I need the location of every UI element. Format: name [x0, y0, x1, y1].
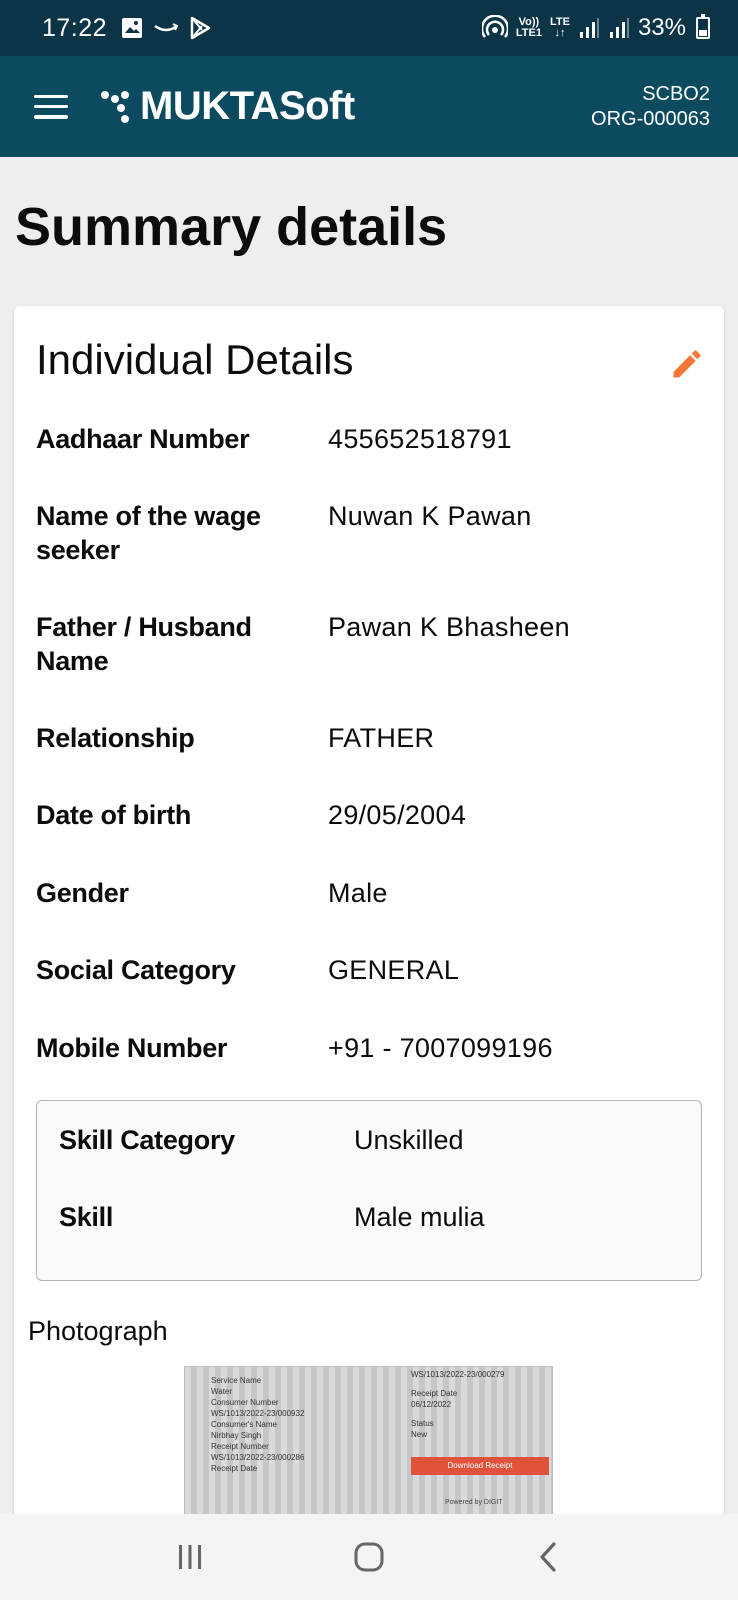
skill-row-skill: Skill Male mulia [59, 1200, 485, 1234]
detail-row-father-husband: Father / Husband Name Pawan K Bhasheen [36, 610, 696, 678]
signal-icon [609, 18, 629, 38]
photo-left-text: Service Name Water Consumer Number WS/10… [211, 1376, 305, 1473]
row-label: Name of the wage seeker [36, 501, 261, 565]
app-header: MUKTASoft SCBO2 ORG-000063 [0, 56, 738, 157]
individual-details-card: Individual Details Aadhaar Number 455652… [14, 306, 724, 1516]
system-nav-bar [0, 1514, 738, 1600]
row-value: Unskilled [354, 1125, 464, 1155]
lte1-label: LTE1 [515, 27, 542, 39]
row-value: 455652518791 [328, 424, 512, 454]
brand: MUKTASoft [100, 84, 355, 129]
row-label: Father / Husband Name [36, 612, 252, 676]
menu-icon[interactable] [34, 94, 68, 119]
row-label: Skill [59, 1202, 114, 1232]
row-label: Relationship [36, 723, 195, 753]
detail-row-mobile: Mobile Number +91 - 7007099196 [36, 1031, 696, 1065]
row-label: Social Category [36, 955, 236, 985]
brand-name: MUKTASoft [140, 84, 355, 128]
row-label: Aadhaar Number [36, 424, 250, 454]
row-label: Skill Category [59, 1125, 235, 1155]
skill-box: Skill Category Unskilled Skill Male muli… [36, 1100, 702, 1281]
detail-row-name: Name of the wage seeker Nuwan K Pawan [36, 499, 696, 567]
logo-icon [101, 90, 129, 123]
home-icon[interactable] [339, 1527, 399, 1587]
row-value: GENERAL [328, 955, 460, 985]
row-value: Male [328, 878, 388, 908]
photo-powered-by: Powered by DIGIT [445, 1499, 503, 1506]
battery-percent: 33% [637, 14, 686, 41]
card-title: Individual Details [36, 336, 354, 383]
row-label: Date of birth [36, 800, 192, 830]
detail-row-social-category: Social Category GENERAL [36, 953, 696, 987]
hotspot-icon [481, 15, 508, 38]
photograph-label: Photograph [28, 1316, 168, 1346]
play-store-icon [190, 16, 211, 40]
detail-row-aadhaar: Aadhaar Number 455652518791 [36, 422, 696, 456]
edit-icon[interactable] [669, 346, 705, 382]
amazon-icon [154, 23, 179, 32]
detail-row-relationship: Relationship FATHER [36, 721, 696, 755]
photograph[interactable]: Service Name Water Consumer Number WS/10… [184, 1366, 553, 1516]
row-label: Mobile Number [36, 1033, 228, 1063]
gallery-icon [122, 18, 143, 38]
photo-download-receipt: Download Receipt [411, 1457, 549, 1475]
row-value: +91 - 7007099196 [328, 1033, 553, 1063]
org-id: ORG-000063 [591, 107, 710, 130]
skill-row-category: Skill Category Unskilled [59, 1123, 464, 1157]
row-value: 29/05/2004 [328, 800, 467, 830]
detail-row-dob: Date of birth 29/05/2004 [36, 798, 696, 832]
status-time: 17:22 [42, 13, 108, 42]
row-value: FATHER [328, 723, 435, 753]
back-icon[interactable] [518, 1527, 578, 1587]
status-bar: 17:22 Vo)) LTE1 LTE ↓↑ 33% [0, 0, 738, 56]
battery-icon [696, 14, 710, 39]
org-info[interactable]: SCBO2 ORG-000063 [591, 82, 710, 132]
row-label: Gender [36, 878, 129, 908]
page-title: Summary details [15, 197, 448, 257]
row-value: Nuwan K Pawan [328, 501, 532, 531]
row-value: Pawan K Bhasheen [328, 612, 570, 642]
photo-right-text: WS/1013/2022-23/000279 Receipt Date 06/1… [411, 1370, 505, 1439]
signal-icon [579, 18, 599, 38]
recents-icon[interactable] [160, 1527, 220, 1587]
row-value: Male mulia [354, 1202, 485, 1232]
detail-row-gender: Gender Male [36, 876, 696, 910]
org-code: SCBO2 [642, 82, 710, 105]
